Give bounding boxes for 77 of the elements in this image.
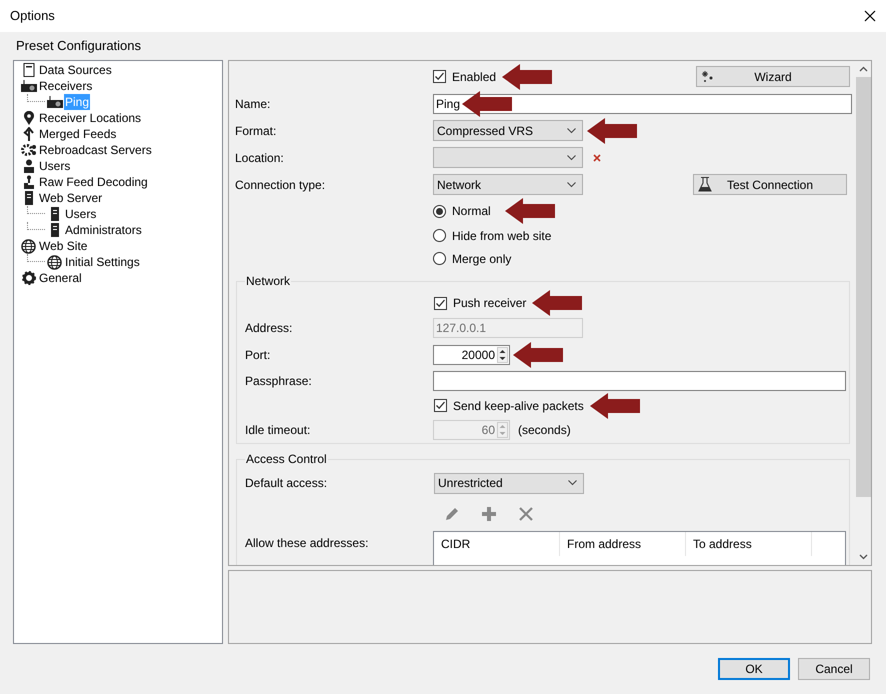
field-label: Connection type: [235,176,326,194]
cogs-icon [20,143,36,157]
tree-item[interactable]: General [38,270,83,286]
checkbox[interactable] [434,399,447,412]
dropdown[interactable]: Network [433,174,583,195]
tree-item[interactable]: Receivers [38,78,94,94]
flask-icon [698,177,712,192]
chevron-down-icon [568,480,577,486]
tree-item[interactable]: Initial Settings [64,254,141,270]
plus-icon[interactable] [481,506,497,522]
tree-item[interactable]: Raw Feed Decoding [38,174,149,190]
person-icon [22,159,34,173]
window-title: Options [10,7,55,26]
tree-item[interactable]: Web Server [38,190,104,206]
radio-label: Merge only [452,250,512,268]
server-icon [50,207,60,221]
globe-icon [47,254,62,270]
field-label: Port: [245,346,272,364]
spinner-arrows-icon[interactable] [497,346,508,362]
dropdown[interactable]: Unrestricted [434,472,584,494]
server-icon [50,223,60,237]
chevron-down-icon [567,182,576,188]
close-icon[interactable] [864,10,876,22]
tree-item[interactable]: Web Site [38,238,88,254]
test-connection-button[interactable]: Test Connection [693,174,847,195]
tree-item[interactable]: Administrators [64,222,143,238]
radio-label: Normal [452,203,491,220]
unit-label: (seconds) [518,422,571,439]
gear-icon [22,271,36,285]
checkbox-label: Send keep-alive packets [453,398,584,414]
group-title: Network [245,273,292,290]
field-label: Format: [235,122,278,140]
chevron-down-icon [567,154,576,160]
document-icon [22,63,36,77]
tree-item[interactable]: Merged Feeds [38,126,118,142]
passphrase-field[interactable] [433,371,846,391]
column-header[interactable]: CIDR [434,532,560,556]
wizard-button[interactable]: Wizard [696,66,850,87]
dialog-button[interactable]: Cancel [798,658,870,680]
globe-icon [21,238,36,254]
radio-button[interactable] [433,229,446,242]
field-label: Address: [245,320,294,337]
column-header[interactable]: From address [560,532,686,556]
tree-item[interactable]: Users [38,158,72,174]
field-label: Idle timeout: [245,422,312,439]
dropdown[interactable]: Compressed VRS [433,120,583,141]
delete-icon[interactable] [518,506,534,522]
chevron-down-icon [567,128,576,134]
merge-arrow-icon [22,127,34,141]
field-label: Allow these addresses: [245,535,370,552]
server-icon [24,191,34,205]
dialog-button[interactable]: OK [718,658,790,680]
group-title: Access Control [245,451,328,468]
checkbox[interactable] [434,296,447,310]
tree-item[interactable]: Receiver Locations [38,110,142,126]
radio-label: Hide from web site [452,228,552,244]
sparkle-icon [702,70,714,82]
radio-icon [46,95,62,109]
radio-icon [20,79,36,93]
pencil-icon[interactable] [444,506,460,522]
field-label: Default access: [245,475,328,492]
field-label: Name: [235,96,272,112]
checkbox-label: Enabled [452,68,496,86]
radio-button[interactable] [433,252,446,265]
checkbox-label: Push receiver [453,295,526,312]
tree-item[interactable]: Rebroadcast Servers [38,142,153,158]
map-pin-icon [22,111,34,125]
tree-item[interactable]: Data Sources [38,62,113,78]
radio-button[interactable] [433,204,446,218]
clear-icon[interactable] [593,154,601,162]
checkbox[interactable] [433,70,446,83]
column-header[interactable]: To address [686,532,812,556]
section-title: Preset Configurations [16,37,142,56]
field-label: Location: [235,150,285,166]
decoder-icon [22,175,34,189]
field-label: Passphrase: [245,373,313,390]
tree-item[interactable]: Users [64,206,98,222]
